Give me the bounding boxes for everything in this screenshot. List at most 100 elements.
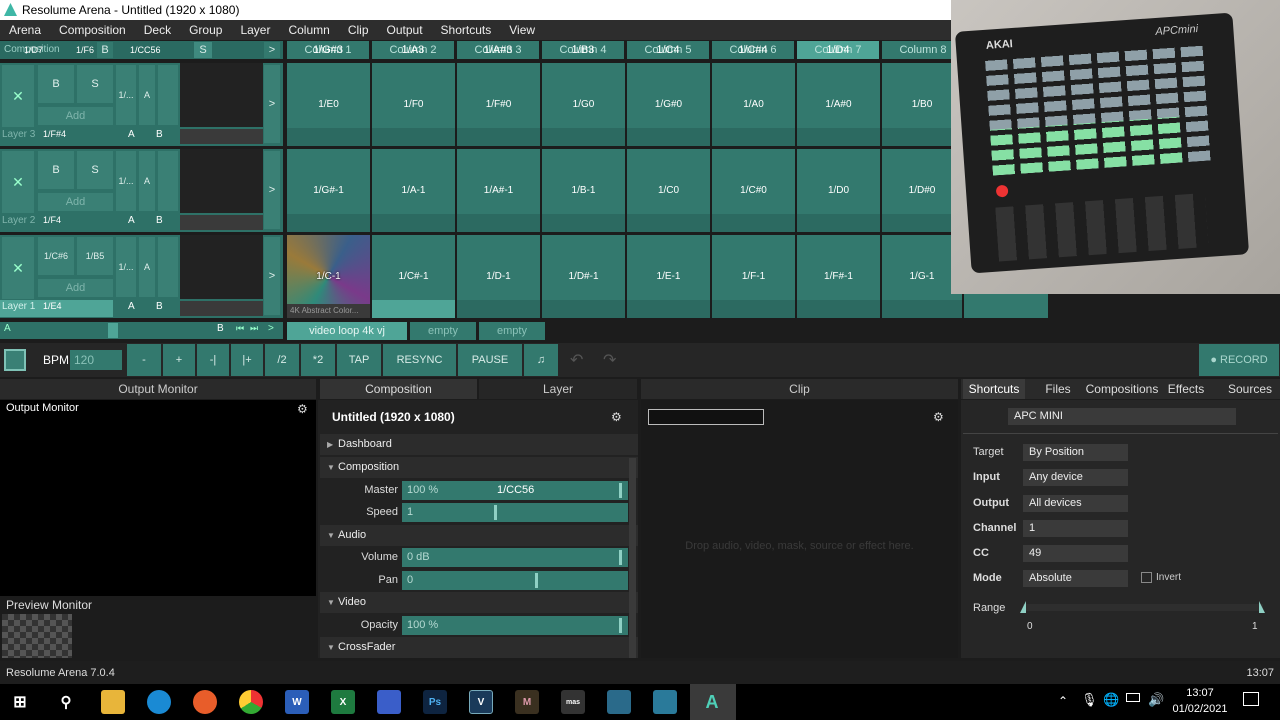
tab-sources[interactable]: Sources: [1224, 379, 1276, 399]
section-dashboard[interactable]: ▶ Dashboard: [320, 434, 638, 455]
menu-view[interactable]: View: [500, 23, 544, 37]
crossfader-bar[interactable]: A B ⏮ ⏭ >: [0, 322, 283, 339]
column-header-1[interactable]: Column 1 1/G#3: [287, 41, 369, 59]
column-header-7[interactable]: Column 7 1/D4: [797, 41, 879, 59]
layer-2-opacity-bar[interactable]: [180, 215, 263, 230]
clip-slot[interactable]: 1/F0: [372, 63, 457, 146]
tab-layer[interactable]: Layer: [479, 379, 637, 399]
layer-2-arrow-button[interactable]: >: [264, 151, 280, 229]
pan-slider[interactable]: 0: [402, 571, 628, 590]
deck-tab-3[interactable]: empty: [479, 322, 545, 340]
layer-2-name[interactable]: Layer 2: [2, 215, 42, 230]
resync-button[interactable]: RESYNC: [383, 344, 456, 376]
channel-dropdown[interactable]: 1: [1023, 520, 1128, 537]
crossfader-a[interactable]: A: [4, 323, 11, 334]
bpm-input[interactable]: 120: [70, 350, 122, 370]
layer-3-arrow-button[interactable]: >: [264, 65, 280, 143]
comp-b-button[interactable]: B: [97, 42, 113, 58]
layer-3-add-button[interactable]: Add: [38, 107, 113, 125]
layer-2-add-button[interactable]: Add: [38, 193, 113, 211]
layer-2-ab-b[interactable]: B: [156, 215, 170, 230]
clip-slot[interactable]: 1/B-1: [542, 149, 627, 232]
redo-icon[interactable]: ↷: [603, 350, 616, 370]
layer-3-a-button[interactable]: A: [139, 65, 155, 125]
edge-icon[interactable]: [147, 690, 171, 714]
layer-1-name[interactable]: Layer 1: [2, 301, 42, 316]
deck-prev-icon[interactable]: ⏮: [236, 323, 244, 334]
tap-button[interactable]: TAP: [337, 344, 381, 376]
mode-dropdown[interactable]: Absolute: [1023, 570, 1128, 587]
deck-arrow[interactable]: >: [268, 323, 274, 334]
clip-slot[interactable]: 1/E0: [287, 63, 372, 146]
column-header-3[interactable]: Column 3 1/A#3: [457, 41, 539, 59]
layer-3-mask-value[interactable]: 1/...: [116, 65, 136, 125]
clip-slot[interactable]: 1/F#0: [457, 63, 542, 146]
layer-3-ab-b[interactable]: B: [156, 129, 170, 144]
layer-3-opacity-bar[interactable]: [180, 129, 263, 144]
comp-arrow-button[interactable]: >: [264, 42, 280, 58]
layer-1-bypass-button[interactable]: 1/C#6: [38, 237, 74, 275]
menu-layer[interactable]: Layer: [231, 23, 279, 37]
menu-group[interactable]: Group: [180, 23, 231, 37]
photoshop-icon[interactable]: Ps: [423, 690, 447, 714]
clip-slot[interactable]: 1/C#0: [712, 149, 797, 232]
target-dropdown[interactable]: By Position: [1023, 444, 1128, 461]
clip-panel-header[interactable]: Clip: [641, 379, 958, 399]
clip-name-field[interactable]: [648, 409, 764, 425]
section-audio[interactable]: ▼ Audio: [320, 525, 638, 546]
pause-button[interactable]: PAUSE: [458, 344, 522, 376]
tab-compositions[interactable]: Compositions: [1084, 379, 1160, 399]
search-icon[interactable]: ⚲: [54, 690, 78, 714]
clip-slot[interactable]: 1/A0: [712, 63, 797, 146]
deck-next-icon[interactable]: ⏭: [250, 323, 258, 334]
menu-deck[interactable]: Deck: [135, 23, 180, 37]
column-header-4[interactable]: Column 4 1/B3: [542, 41, 624, 59]
clip-slot[interactable]: 1/G#0: [627, 63, 712, 146]
resolume-taskbar-icon[interactable]: A: [700, 690, 724, 714]
layer-1-arrow-button[interactable]: >: [264, 237, 280, 315]
layer-3-ab-a[interactable]: A: [128, 129, 142, 144]
layer-1-add-button[interactable]: Add: [38, 279, 113, 297]
layer-1-ab-a[interactable]: A: [128, 301, 142, 316]
clip-gear-icon[interactable]: ⚙: [933, 410, 944, 424]
volume-slider[interactable]: 0 dB: [402, 548, 628, 567]
double-bpm-button[interactable]: *2: [301, 344, 335, 376]
tab-composition[interactable]: Composition: [320, 379, 477, 399]
clip-slot[interactable]: 1/A#-1: [457, 149, 542, 232]
layer-2-a-button[interactable]: A: [139, 151, 155, 211]
battery-icon[interactable]: [1126, 693, 1140, 702]
layer-3-solo-button[interactable]: S: [77, 65, 113, 103]
menu-output[interactable]: Output: [378, 23, 432, 37]
clip-slot[interactable]: 1/F#-1: [797, 235, 882, 318]
nudge-minus-button[interactable]: -|: [197, 344, 229, 376]
layer-2-bypass-button[interactable]: B: [38, 151, 74, 189]
nudge-plus-button[interactable]: |+: [231, 344, 263, 376]
taskbar-date[interactable]: 01/02/2021: [1168, 703, 1232, 715]
layer-3-name[interactable]: Layer 3: [2, 129, 42, 144]
menu-composition[interactable]: Composition: [50, 23, 135, 37]
tab-effects[interactable]: Effects: [1162, 379, 1210, 399]
section-composition[interactable]: ▼ Composition: [320, 457, 638, 478]
air-app-icon[interactable]: M: [515, 690, 539, 714]
clip-slot-active[interactable]: 1/C-1 4K Abstract Color...: [287, 235, 372, 318]
deck-tab-1[interactable]: video loop 4k vj: [287, 322, 407, 340]
taskbar-time[interactable]: 13:07: [1172, 687, 1228, 699]
photo-app-icon[interactable]: [653, 690, 677, 714]
clip-slot[interactable]: 1/C0: [627, 149, 712, 232]
chrome-icon[interactable]: [239, 690, 263, 714]
output-monitor-header[interactable]: Output Monitor: [0, 379, 316, 399]
volume-icon[interactable]: 🔊: [1148, 692, 1164, 708]
input-dropdown[interactable]: Any device: [1023, 469, 1128, 486]
layer-2-solo-button[interactable]: S: [77, 151, 113, 189]
composition-scrollbar[interactable]: [629, 458, 636, 658]
invert-checkbox[interactable]: [1141, 572, 1152, 583]
section-video[interactable]: ▼ Video: [320, 592, 638, 613]
word-icon[interactable]: W: [285, 690, 309, 714]
gear-icon[interactable]: ⚙: [297, 402, 308, 416]
layer-1-ab-b[interactable]: B: [156, 301, 170, 316]
layer-1-fader[interactable]: [158, 237, 178, 297]
bpm-plus-button[interactable]: +: [163, 344, 195, 376]
section-crossfader[interactable]: ▼ CrossFader: [320, 637, 638, 658]
column-header-6[interactable]: Column 6 1/C#4: [712, 41, 794, 59]
firefox-icon[interactable]: [193, 690, 217, 714]
